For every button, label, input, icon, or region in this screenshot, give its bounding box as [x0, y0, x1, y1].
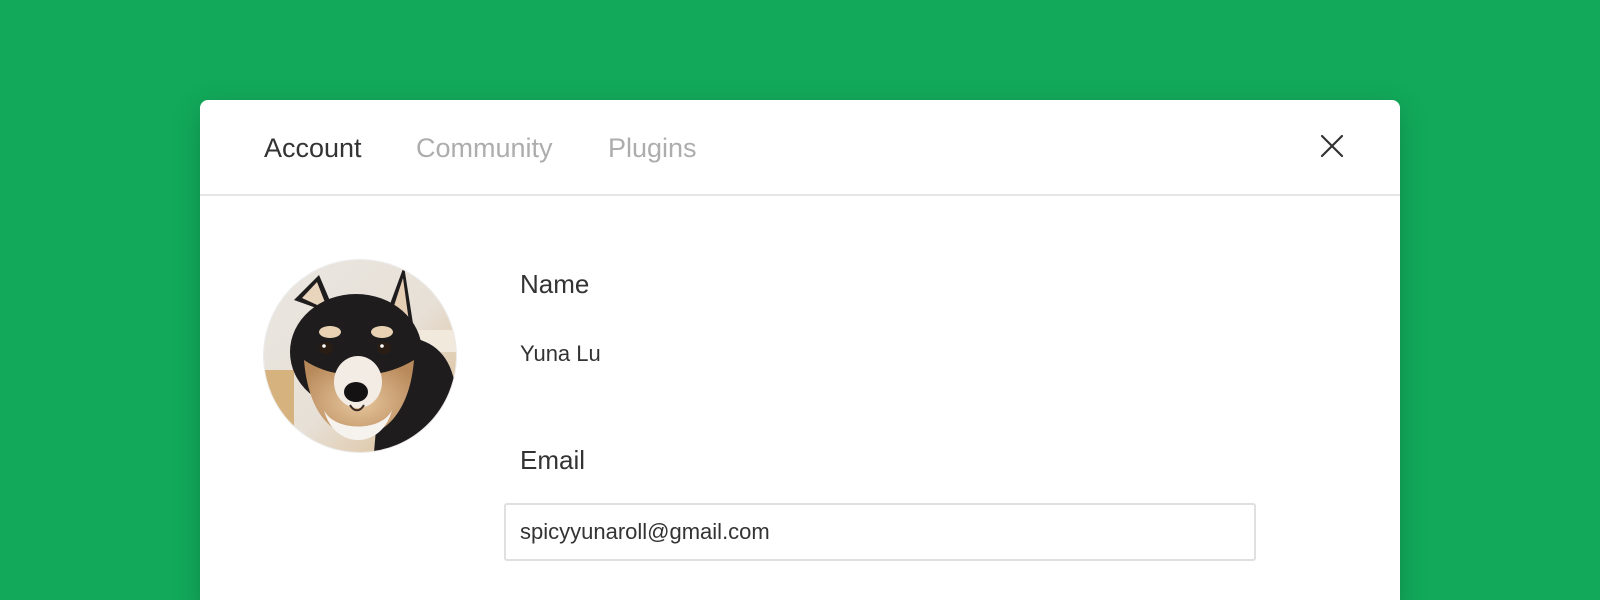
- tab-plugins[interactable]: Plugins: [608, 132, 697, 164]
- modal-header: Account Community Plugins: [200, 100, 1400, 196]
- tab-account[interactable]: Account: [264, 132, 362, 164]
- name-value: Yuna Lu: [520, 341, 601, 366]
- tab-community[interactable]: Community: [416, 132, 553, 164]
- name-label: Name: [520, 269, 590, 299]
- email-field[interactable]: [504, 503, 1256, 561]
- close-icon: [1320, 134, 1344, 158]
- settings-modal: Account Community Plugins Name Yuna Lu E…: [200, 100, 1400, 600]
- email-label: Email: [520, 445, 586, 475]
- close-button[interactable]: [1310, 124, 1354, 168]
- avatar-photo: [264, 260, 456, 452]
- avatar[interactable]: [264, 260, 456, 452]
